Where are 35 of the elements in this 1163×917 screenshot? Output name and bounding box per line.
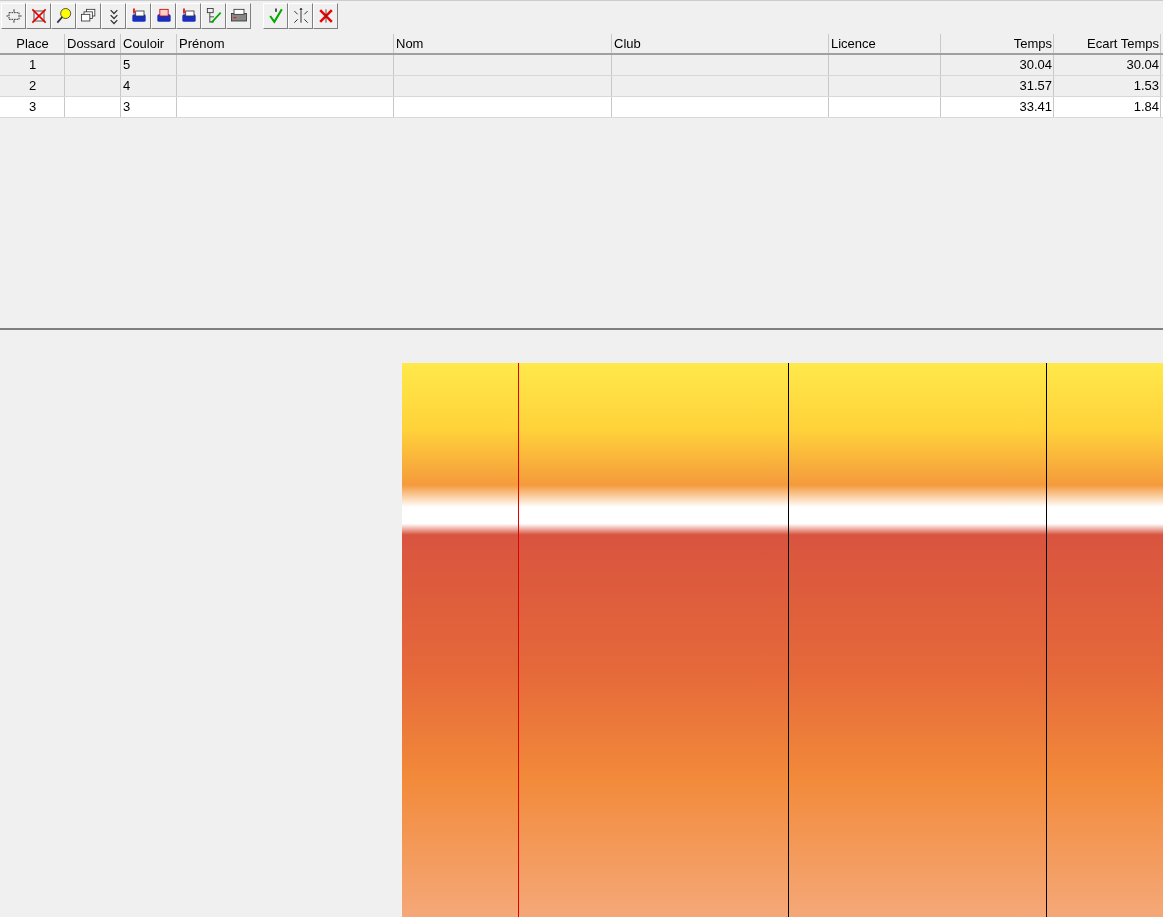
toolbar-button[interactable] <box>101 3 126 29</box>
table-cell: 30.04 <box>1126 57 1159 72</box>
column-header[interactable]: Place <box>0 34 65 53</box>
toolbar-button[interactable] <box>313 3 338 29</box>
table-cell: 3 <box>123 99 131 114</box>
column-header[interactable]: Nom <box>394 34 612 53</box>
column-header[interactable]: Dossard <box>65 34 121 53</box>
toolbar-button[interactable] <box>151 3 176 29</box>
table-cell: 1.53 <box>1133 78 1159 93</box>
table-row[interactable]: 1 5 30.04 30.04 <box>0 55 1163 76</box>
table-row[interactable]: 2 4 31.57 1.53 <box>0 76 1163 97</box>
toolbar-button[interactable] <box>226 3 251 29</box>
toolbar-button[interactable] <box>26 3 51 29</box>
column-header[interactable]: Licence <box>829 34 941 53</box>
toolbar-button[interactable] <box>201 3 226 29</box>
toolbar-button[interactable] <box>288 3 313 29</box>
column-header[interactable]: Club <box>612 34 829 53</box>
column-header[interactable]: Ecart Temps <box>1054 34 1161 53</box>
column-header[interactable]: Couloir <box>121 34 177 53</box>
table-cell: 4 <box>123 78 131 93</box>
table-row[interactable]: 3 3 33.41 1.84 <box>0 97 1163 118</box>
table-cell: 3 <box>28 99 37 114</box>
column-header[interactable]: Prénom <box>177 34 394 53</box>
table-cell: 5 <box>123 57 131 72</box>
table-cell: 30.04 <box>1019 57 1052 72</box>
table-cell: 33.41 <box>1019 99 1052 114</box>
toolbar-button[interactable] <box>76 3 101 29</box>
table-cell: 1 <box>28 57 37 72</box>
column-header[interactable]: Temps <box>941 34 1054 53</box>
table-cell: 2 <box>28 78 37 93</box>
toolbar-button[interactable] <box>126 3 151 29</box>
table-cell: 1.84 <box>1133 99 1159 114</box>
table-cell: 31.57 <box>1019 78 1052 93</box>
toolbar-button[interactable] <box>176 3 201 29</box>
toolbar-button[interactable] <box>51 3 76 29</box>
